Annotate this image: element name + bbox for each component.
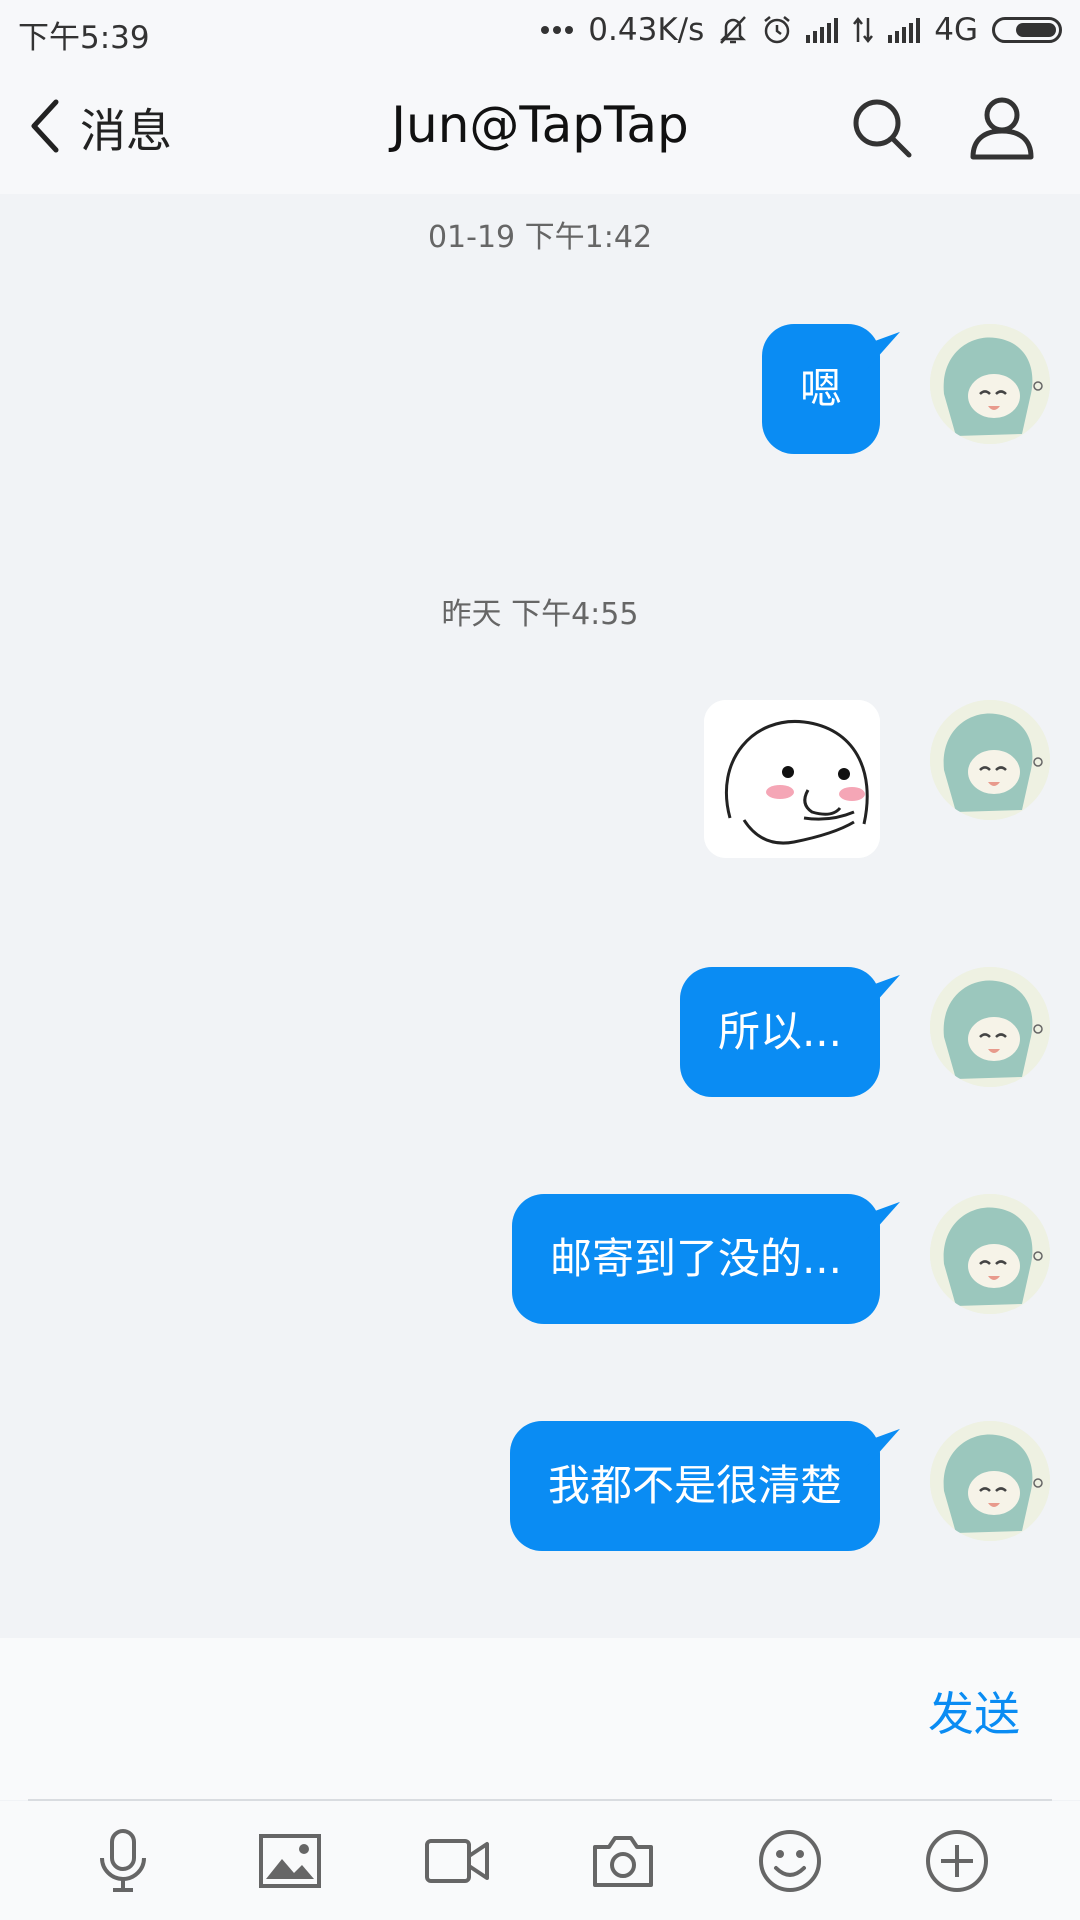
input-toolbar bbox=[0, 1801, 1080, 1920]
message-bubble[interactable]: 嗯 bbox=[761, 324, 880, 454]
back-label: 消息 bbox=[80, 104, 172, 158]
voice-button[interactable] bbox=[83, 1821, 163, 1901]
message-row: 嗯 bbox=[761, 324, 1050, 454]
chat-header: 消息 Jun@TapTap bbox=[0, 62, 1080, 194]
message-composer[interactable]: 发送 bbox=[0, 1638, 1080, 1800]
blushing-face-sticker[interactable] bbox=[704, 700, 880, 858]
message-row: 所以... bbox=[679, 967, 1050, 1097]
dots-icon bbox=[540, 25, 574, 35]
video-button[interactable] bbox=[417, 1821, 497, 1901]
network-type: 4G bbox=[934, 12, 978, 48]
profile-icon bbox=[970, 97, 1034, 160]
profile-button[interactable] bbox=[966, 92, 1038, 164]
avatar[interactable] bbox=[930, 324, 1050, 444]
camera-button[interactable] bbox=[583, 1821, 663, 1901]
video-icon bbox=[424, 1838, 489, 1883]
status-time: 下午5:39 bbox=[18, 20, 150, 56]
back-chevron-icon bbox=[28, 98, 62, 158]
message-bubble[interactable]: 邮寄到了没的... bbox=[511, 1194, 880, 1324]
message-bubble[interactable]: 所以... bbox=[679, 967, 880, 1097]
silent-bell-icon bbox=[718, 14, 748, 46]
avatar[interactable] bbox=[930, 1194, 1050, 1314]
battery-icon bbox=[992, 17, 1062, 43]
network-speed: 0.43K/s bbox=[588, 12, 705, 48]
message-row: 我都不是很清楚 bbox=[509, 1421, 1050, 1551]
emoji-button[interactable] bbox=[750, 1821, 830, 1901]
back-button[interactable]: 消息 bbox=[28, 92, 172, 164]
alarm-icon bbox=[762, 14, 792, 46]
search-icon bbox=[853, 99, 912, 158]
timestamp: 01-19 下午1:42 bbox=[427, 220, 653, 255]
data-arrows-icon bbox=[852, 16, 874, 44]
avatar[interactable] bbox=[930, 1421, 1050, 1541]
message-bubble[interactable]: 我都不是很清楚 bbox=[509, 1421, 880, 1551]
send-button[interactable]: 发送 bbox=[928, 1678, 1020, 1744]
message-row: 邮寄到了没的... bbox=[511, 1194, 1050, 1324]
avatar[interactable] bbox=[930, 700, 1050, 820]
avatar[interactable] bbox=[930, 967, 1050, 1087]
more-button[interactable] bbox=[917, 1821, 997, 1901]
message-row bbox=[704, 700, 1050, 858]
add-icon bbox=[925, 1829, 988, 1892]
timestamp: 昨天 下午4:55 bbox=[441, 597, 639, 632]
signal-icon bbox=[806, 17, 839, 43]
image-button[interactable] bbox=[250, 1821, 330, 1901]
camera-icon bbox=[593, 1835, 654, 1887]
microphone-icon bbox=[100, 1828, 147, 1892]
search-button[interactable] bbox=[846, 92, 918, 164]
image-icon bbox=[258, 1833, 321, 1888]
status-icons: 0.43K/s 4G bbox=[540, 10, 1062, 50]
emoji-icon bbox=[758, 1829, 821, 1892]
signal-icon-2 bbox=[888, 17, 921, 43]
status-bar: 下午5:39 0.43K/s 4G bbox=[0, 0, 1080, 62]
